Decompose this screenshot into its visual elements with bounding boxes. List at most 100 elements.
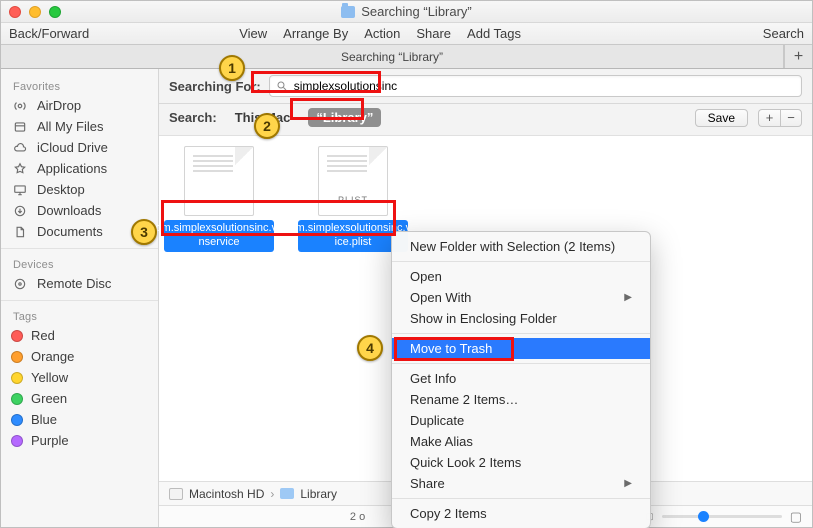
slider-knob[interactable] [698, 511, 709, 522]
sidebar-item-label: iCloud Drive [37, 140, 108, 155]
sidebar-item-airdrop[interactable]: AirDrop [1, 95, 158, 116]
sidebar-tag-red[interactable]: Red [1, 325, 158, 346]
folder-icon [280, 488, 294, 499]
remove-scope-rule-button[interactable]: − [780, 109, 802, 127]
titlebar: Searching “Library” [1, 1, 812, 23]
scope-library[interactable]: “Library” [308, 108, 381, 127]
sidebar-separator [1, 300, 158, 301]
ctx-open-with[interactable]: Open With [392, 287, 650, 308]
search-for-label: Searching For: [169, 79, 261, 94]
sidebar-tag-yellow[interactable]: Yellow [1, 367, 158, 388]
window-title: Searching “Library” [1, 4, 812, 19]
sidebar-item-documents[interactable]: Documents [1, 221, 158, 242]
scope-this-mac[interactable]: This Mac [227, 108, 299, 127]
add-tags-menu[interactable]: Add Tags [467, 26, 521, 41]
sidebar-item-remote-disc[interactable]: Remote Disc [1, 273, 158, 294]
ctx-new-folder-selection[interactable]: New Folder with Selection (2 Items) [392, 236, 650, 257]
ctx-separator [392, 333, 650, 334]
window-title-text: Searching “Library” [361, 4, 472, 19]
sidebar-tag-blue[interactable]: Blue [1, 409, 158, 430]
sidebar-tag-orange[interactable]: Orange [1, 346, 158, 367]
sidebar-tag-purple[interactable]: Purple [1, 430, 158, 451]
sidebar-item-label: AirDrop [37, 98, 81, 113]
tab-searching-library[interactable]: Searching “Library” [1, 45, 784, 68]
slider-track[interactable] [662, 515, 782, 518]
tag-dot-icon [11, 372, 23, 384]
search-input[interactable] [294, 79, 795, 93]
sidebar-tag-green[interactable]: Green [1, 388, 158, 409]
ctx-rename-items[interactable]: Rename 2 Items… [392, 389, 650, 410]
disc-icon [11, 277, 29, 291]
sidebar-item-desktop[interactable]: Desktop [1, 179, 158, 200]
sidebar-item-label: All My Files [37, 119, 103, 134]
search-label[interactable]: Search [763, 26, 804, 41]
tag-dot-icon [11, 435, 23, 447]
save-search-button[interactable]: Save [695, 109, 748, 127]
all-files-icon [11, 120, 29, 134]
path-folder[interactable]: Library [300, 487, 337, 501]
ctx-quick-look[interactable]: Quick Look 2 Items [392, 452, 650, 473]
file-icon [184, 146, 254, 216]
add-scope-rule-button[interactable]: + [758, 109, 780, 127]
sidebar-item-icloud-drive[interactable]: iCloud Drive [1, 137, 158, 158]
sidebar-item-applications[interactable]: Applications [1, 158, 158, 179]
search-scope-label: Search: [169, 110, 217, 125]
sidebar-separator [1, 248, 158, 249]
plist-file-icon: PLIST [318, 146, 388, 216]
downloads-icon [11, 204, 29, 218]
sidebar-header-tags: Tags [1, 307, 158, 325]
sidebar-item-label: Applications [37, 161, 107, 176]
finder-window: Searching “Library” Back/Forward View Ar… [0, 0, 813, 528]
sidebar-item-label: Desktop [37, 182, 85, 197]
ctx-separator [392, 363, 650, 364]
airdrop-icon [11, 99, 29, 113]
chevron-right-icon: › [270, 487, 274, 501]
documents-icon [11, 225, 29, 239]
ctx-get-info[interactable]: Get Info [392, 368, 650, 389]
ctx-copy-items[interactable]: Copy 2 Items [392, 503, 650, 524]
icon-size-slider[interactable]: ▢ ▢ [645, 509, 802, 525]
cloud-icon [11, 141, 29, 155]
tabbar: Searching “Library” + [1, 45, 812, 69]
sidebar-item-all-my-files[interactable]: All My Files [1, 116, 158, 137]
ctx-separator [392, 498, 650, 499]
ctx-duplicate[interactable]: Duplicate [392, 410, 650, 431]
ctx-move-to-trash[interactable]: Move to Trash [392, 338, 650, 359]
sidebar-item-label: Yellow [31, 370, 68, 385]
new-tab-button[interactable]: + [784, 45, 812, 68]
sidebar-header-devices: Devices [1, 255, 158, 273]
share-menu[interactable]: Share [416, 26, 451, 41]
ctx-make-alias[interactable]: Make Alias [392, 431, 650, 452]
tab-label: Searching “Library” [341, 50, 443, 64]
ctx-share[interactable]: Share [392, 473, 650, 494]
sidebar-item-label: Documents [37, 224, 103, 239]
applications-icon [11, 162, 29, 176]
desktop-icon [11, 183, 29, 197]
sidebar-item-downloads[interactable]: Downloads [1, 200, 158, 221]
tag-dot-icon [11, 351, 23, 363]
view-menu[interactable]: View [239, 26, 267, 41]
tag-dot-icon [11, 393, 23, 405]
sidebar-item-label: Blue [31, 412, 57, 427]
tag-dot-icon [11, 414, 23, 426]
sidebar-item-label: Purple [31, 433, 69, 448]
ctx-show-enclosing[interactable]: Show in Enclosing Folder [392, 308, 650, 329]
disk-icon [169, 488, 183, 500]
search-field[interactable] [269, 75, 802, 97]
search-scope-row: Search: This Mac “Library” Save + − [159, 104, 812, 136]
sidebar-item-label: Orange [31, 349, 74, 364]
ctx-open[interactable]: Open [392, 266, 650, 287]
action-menu[interactable]: Action [364, 26, 400, 41]
result-item[interactable]: PLIST com.simplexsolutionsinc.v…ice.plis… [303, 146, 403, 471]
folder-icon [341, 6, 355, 18]
tag-dot-icon [11, 330, 23, 342]
search-row: Searching For: [159, 69, 812, 104]
back-forward-button[interactable]: Back/Forward [9, 26, 89, 41]
sidebar-item-label: Remote Disc [37, 276, 111, 291]
result-item[interactable]: com.simplexsolutionsinc.v…nservice [169, 146, 269, 471]
arrange-by-menu[interactable]: Arrange By [283, 26, 348, 41]
path-root[interactable]: Macintosh HD [189, 487, 264, 501]
sidebar-item-label: Green [31, 391, 67, 406]
plist-badge: PLIST [338, 195, 368, 205]
result-filename: com.simplexsolutionsinc.v…nservice [164, 220, 274, 252]
